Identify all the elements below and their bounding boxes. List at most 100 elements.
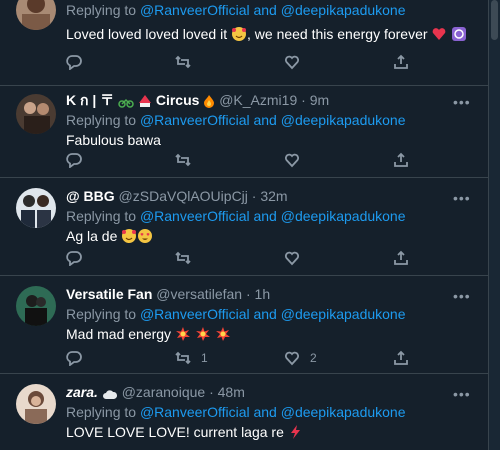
collision-emoji <box>215 326 231 347</box>
avatar[interactable] <box>16 384 56 424</box>
reply-icon <box>66 153 82 168</box>
share-icon <box>394 54 408 69</box>
share-icon <box>394 350 408 365</box>
more-icon[interactable]: ••• <box>453 94 473 110</box>
like-count: 2 <box>310 351 317 365</box>
avatar[interactable] <box>16 0 56 30</box>
timestamp[interactable]: · 9m <box>301 92 329 108</box>
purple-emoji <box>451 26 467 47</box>
cloud-emoji <box>102 385 118 402</box>
handle[interactable]: @versatilefan <box>156 286 242 302</box>
retweet-icon <box>175 55 191 69</box>
avatar[interactable] <box>16 286 56 326</box>
heart-eyes-emoji <box>137 228 153 249</box>
tweet-text: Mad mad energy <box>66 324 477 344</box>
timestamp[interactable]: · 48m <box>209 384 245 400</box>
collision-emoji <box>175 326 191 347</box>
share-button[interactable] <box>393 150 409 170</box>
collision-emoji <box>195 326 211 347</box>
mentioned-users-link[interactable]: @RanveerOfficial and @deepikapadukone <box>140 208 406 224</box>
reply-tweet[interactable]: zara. @zaranoique · 48m Replying to @Ran… <box>0 374 488 450</box>
tweet-header: @ BBG @zSDaVQlAOUipCjj · 32m <box>66 186 477 206</box>
circus-tent-emoji <box>138 93 152 110</box>
retweet-icon <box>175 153 191 167</box>
like-button[interactable] <box>284 248 300 268</box>
tweet-text: LOVE LOVE LOVE! current laga re <box>66 422 477 442</box>
reply-tweet[interactable]: Replying to @RanveerOfficial and @deepik… <box>0 0 488 86</box>
like-button[interactable] <box>284 52 300 72</box>
heart-icon <box>285 251 299 266</box>
retweet-button[interactable] <box>175 52 191 72</box>
display-name[interactable]: zara. <box>66 384 98 400</box>
tweet-header: K ก | 〒 Circus @K_Azmi19 · 9m <box>66 90 477 110</box>
lightning-emoji <box>288 424 302 445</box>
tweet-text: Fabulous bawa <box>66 132 161 148</box>
replying-to: Replying to @RanveerOfficial and @deepik… <box>66 306 406 322</box>
display-name[interactable]: K ก | 〒 <box>66 92 114 108</box>
retweet-button[interactable] <box>175 248 191 268</box>
avatar[interactable] <box>16 188 56 228</box>
avatar[interactable] <box>16 94 56 134</box>
share-button[interactable] <box>393 52 409 72</box>
display-name[interactable]: @ BBG <box>66 188 115 204</box>
tweet-text: Loved loved loved loved it , we need thi… <box>66 24 477 44</box>
mentioned-users-link[interactable]: @RanveerOfficial and @deepikapadukone <box>140 2 406 18</box>
reply-button[interactable] <box>66 348 82 368</box>
tweet-actions <box>66 150 411 170</box>
timestamp[interactable]: · 32m <box>252 188 288 204</box>
more-icon[interactable]: ••• <box>453 288 473 304</box>
reply-button[interactable] <box>66 248 82 268</box>
mentioned-users-link[interactable]: @RanveerOfficial and @deepikapadukone <box>140 112 406 128</box>
heart-emoji <box>431 26 447 47</box>
replying-to: Replying to @RanveerOfficial and @deepik… <box>66 2 406 18</box>
reply-icon <box>66 351 82 366</box>
like-button[interactable]: 2 <box>284 348 317 368</box>
mentioned-users-link[interactable]: @RanveerOfficial and @deepikapadukone <box>140 404 406 420</box>
retweet-button[interactable] <box>175 150 191 170</box>
tweet-actions <box>66 52 411 72</box>
tweet-header: Versatile Fan @versatilefan · 1h <box>66 284 477 304</box>
tweet-header: zara. @zaranoique · 48m <box>66 382 477 402</box>
share-button[interactable] <box>393 348 409 368</box>
timestamp[interactable]: · 1h <box>246 286 270 302</box>
handle[interactable]: @zaranoique <box>122 384 206 400</box>
scrollbar-thumb[interactable] <box>491 0 498 40</box>
tweet-text: Ag la de <box>66 226 477 246</box>
retweet-button[interactable]: 1 <box>175 348 208 368</box>
heart-icon <box>285 153 299 168</box>
motorcycle-emoji <box>118 93 134 110</box>
tweet-actions <box>66 248 411 268</box>
smiling-face-with-hearts-emoji <box>121 228 137 249</box>
more-icon[interactable]: ••• <box>453 386 473 402</box>
retweet-icon <box>175 251 191 265</box>
heart-icon <box>285 351 299 366</box>
share-icon <box>394 250 408 265</box>
reply-tweet[interactable]: @ BBG @zSDaVQlAOUipCjj · 32m Replying to… <box>0 178 488 276</box>
replies-feed: Replying to @RanveerOfficial and @deepik… <box>0 0 489 450</box>
display-name[interactable]: Versatile Fan <box>66 286 152 302</box>
replying-to: Replying to @RanveerOfficial and @deepik… <box>66 404 406 420</box>
replying-to: Replying to @RanveerOfficial and @deepik… <box>66 208 406 224</box>
scrollbar[interactable] <box>489 0 500 450</box>
reply-icon <box>66 251 82 266</box>
retweet-count: 1 <box>201 351 208 365</box>
display-name-suffix[interactable]: Circus <box>156 92 200 108</box>
handle[interactable]: @zSDaVQlAOUipCjj <box>119 188 248 204</box>
like-button[interactable] <box>284 150 300 170</box>
share-button[interactable] <box>393 248 409 268</box>
reply-tweet[interactable]: K ก | 〒 Circus @K_Azmi19 · 9m Replying t… <box>0 86 488 178</box>
reply-button[interactable] <box>66 150 82 170</box>
smiling-face-with-hearts-emoji <box>231 26 247 47</box>
more-icon[interactable]: ••• <box>453 190 473 206</box>
retweet-icon <box>175 351 191 365</box>
fire-emoji <box>203 93 215 110</box>
reply-tweet[interactable]: Versatile Fan @versatilefan · 1h Replyin… <box>0 276 488 374</box>
heart-icon <box>285 55 299 70</box>
reply-icon <box>66 55 82 70</box>
replying-to: Replying to @RanveerOfficial and @deepik… <box>66 112 406 128</box>
reply-button[interactable] <box>66 52 82 72</box>
tweet-actions: 1 2 <box>66 348 411 368</box>
handle[interactable]: @K_Azmi19 <box>219 92 297 108</box>
share-icon <box>394 152 408 167</box>
mentioned-users-link[interactable]: @RanveerOfficial and @deepikapadukone <box>140 306 406 322</box>
